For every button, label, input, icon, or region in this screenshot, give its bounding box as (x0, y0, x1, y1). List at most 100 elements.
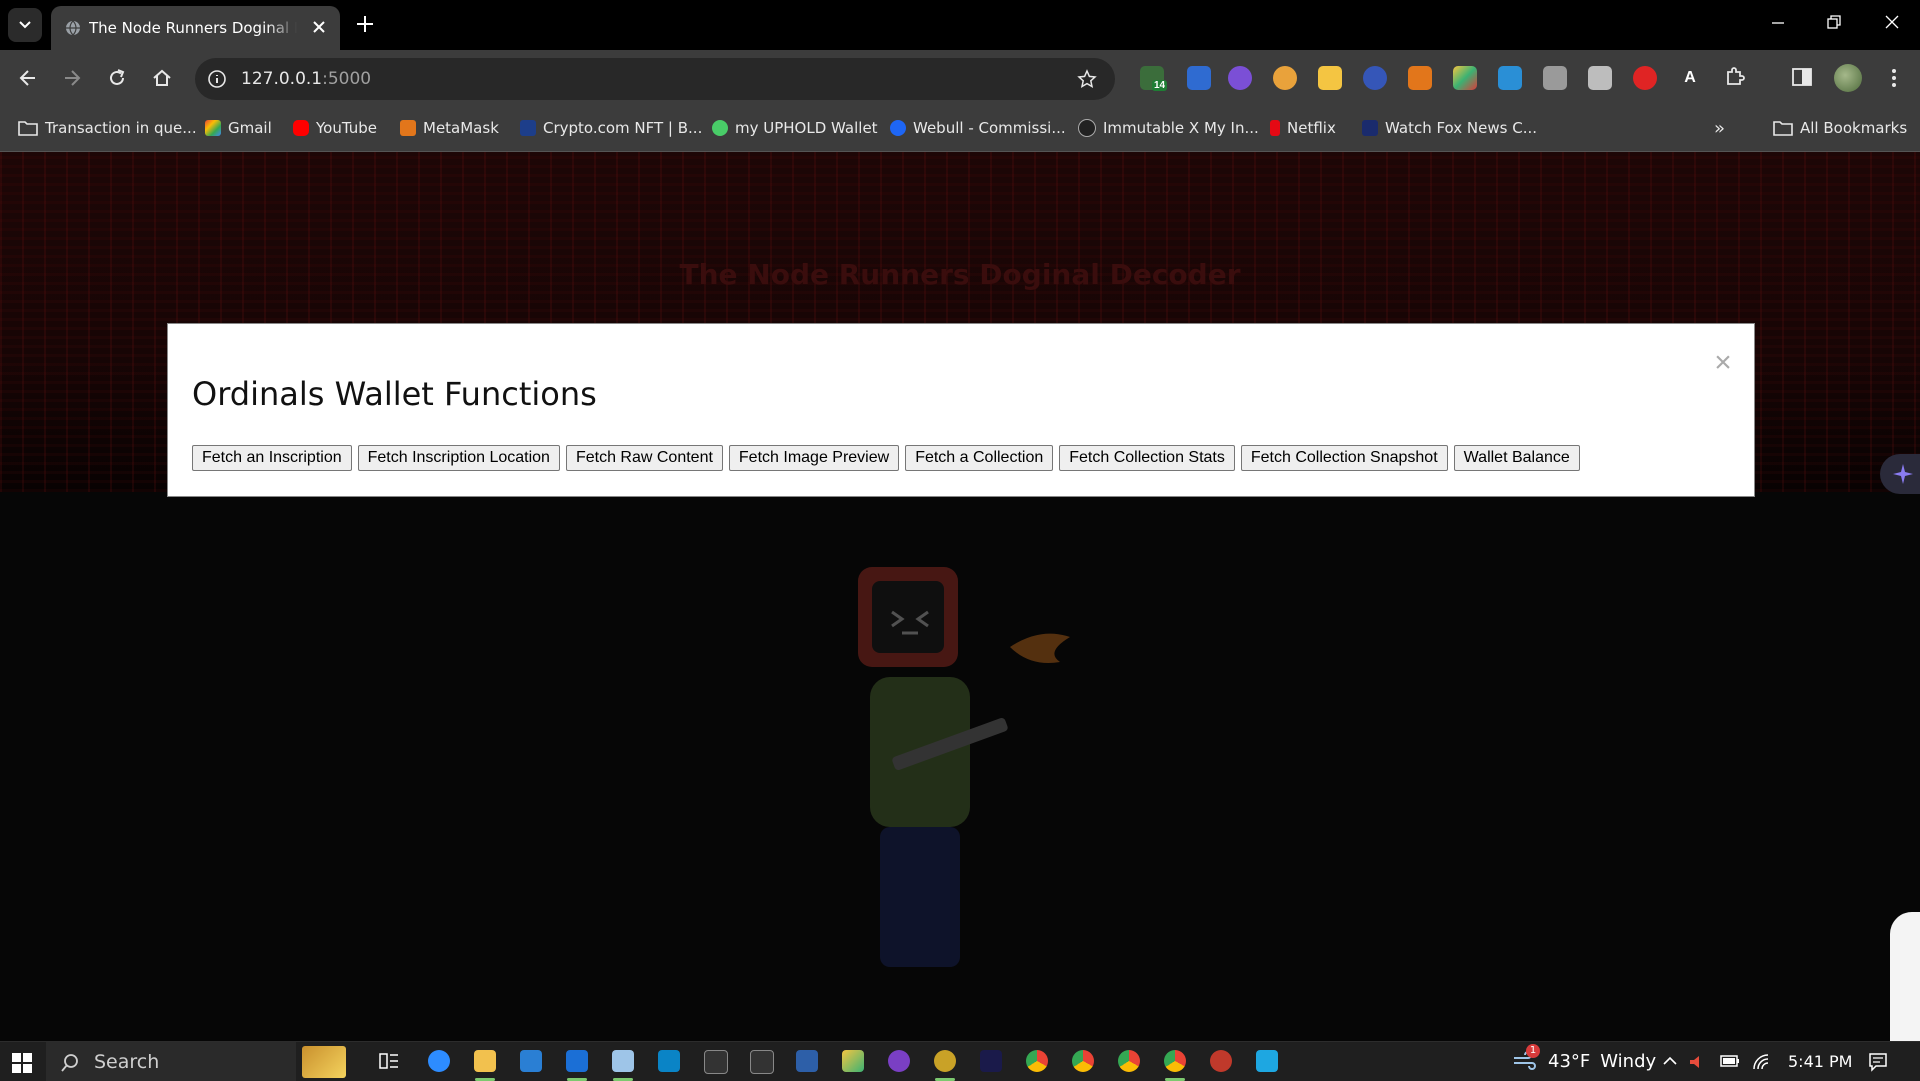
bookmark-label: Netflix (1287, 119, 1336, 137)
bookmark-immutable[interactable]: Immutable X My In... (1078, 117, 1259, 139)
cart-extension-icon[interactable] (1498, 66, 1522, 90)
netflix-icon (1270, 120, 1280, 136)
zoom-app-icon[interactable] (428, 1050, 450, 1072)
store-icon[interactable] (658, 1050, 680, 1072)
sparkle-icon (1893, 464, 1913, 484)
info-icon[interactable] (207, 69, 227, 89)
extension-icon[interactable] (1588, 66, 1612, 90)
more-vert-icon[interactable] (1884, 66, 1904, 90)
app-icon[interactable] (842, 1050, 864, 1072)
address-bar[interactable]: 127.0.0.1:5000 (195, 58, 1115, 100)
fetch-collection-snapshot-button[interactable]: Fetch Collection Snapshot (1240, 445, 1448, 471)
weather-description: Windy (1600, 1050, 1657, 1072)
metamask-extension-icon[interactable] (1408, 66, 1432, 90)
url-text[interactable]: 127.0.0.1:5000 (241, 69, 371, 89)
fetch-image-preview-button[interactable]: Fetch Image Preview (728, 445, 900, 471)
bookmark-metamask[interactable]: MetaMask (400, 117, 499, 139)
bookmark-label: YouTube (316, 119, 377, 137)
mail-icon[interactable] (520, 1050, 542, 1072)
avatar[interactable] (1834, 64, 1862, 92)
restore-icon[interactable] (1826, 14, 1842, 30)
bookmark-fox-news[interactable]: Watch Fox News C... (1362, 117, 1537, 139)
bookmark-webull[interactable]: Webull - Commissi... (890, 117, 1066, 139)
minimize-icon[interactable] (1770, 14, 1786, 30)
powershell-icon[interactable] (796, 1050, 818, 1072)
terminal-icon[interactable] (750, 1050, 774, 1074)
bookmark-star-icon[interactable] (1077, 69, 1097, 89)
bookmark-uphold[interactable]: my UPHOLD Wallet (712, 117, 878, 139)
functions-modal: × Ordinals Wallet Functions Fetch an Ins… (167, 323, 1755, 497)
bookmark-youtube[interactable]: YouTube (293, 117, 377, 139)
extension-icon[interactable] (1228, 66, 1252, 90)
bookmark-label: MetaMask (423, 119, 499, 137)
app-icon[interactable] (566, 1050, 588, 1072)
battery-icon[interactable] (1720, 1053, 1740, 1069)
bookmark-gmail[interactable]: Gmail (205, 117, 272, 139)
notification-icon[interactable] (1868, 1052, 1888, 1072)
folder-icon (1773, 121, 1793, 136)
extension-icon[interactable] (1273, 66, 1297, 90)
puzzle-icon[interactable] (1723, 65, 1747, 89)
wallet-balance-button[interactable]: Wallet Balance (1453, 445, 1580, 471)
tab-active[interactable]: The Node Runners Doginal Decoder (51, 6, 340, 50)
close-icon[interactable]: × (1711, 348, 1735, 378)
bookmark-label: my UPHOLD Wallet (735, 119, 878, 137)
extension-icon[interactable] (1187, 66, 1211, 90)
all-bookmarks[interactable]: All Bookmarks (1773, 117, 1907, 139)
app-icon[interactable] (980, 1050, 1002, 1072)
fetch-inscription-location-button[interactable]: Fetch Inscription Location (357, 445, 560, 471)
tab-strip: The Node Runners Doginal Decoder (0, 0, 1920, 50)
taskbar-search[interactable]: Search (46, 1042, 346, 1081)
fetch-inscription-button[interactable]: Fetch an Inscription (192, 445, 352, 471)
bookmark-crypto-com[interactable]: Crypto.com NFT | B... (520, 117, 702, 139)
side-panel-icon[interactable] (1790, 65, 1814, 89)
bookmark-netflix[interactable]: Netflix (1270, 117, 1336, 139)
windows-start-icon[interactable] (12, 1053, 32, 1073)
taskbar-clock[interactable]: 5:41 PM (1788, 1052, 1852, 1071)
window-close-icon[interactable] (1884, 14, 1900, 30)
dogecoin-icon[interactable] (934, 1050, 956, 1072)
extension-icon[interactable] (1453, 66, 1477, 90)
close-icon[interactable] (311, 19, 327, 35)
chrome-icon[interactable] (1164, 1050, 1186, 1072)
back-arrow-icon[interactable] (17, 67, 39, 89)
extension-icon[interactable] (1543, 66, 1567, 90)
font-extension-icon[interactable]: A (1678, 66, 1702, 90)
fetch-collection-button[interactable]: Fetch a Collection (905, 445, 1054, 471)
bookmark-label: Immutable X My In... (1103, 119, 1259, 137)
fetch-collection-stats-button[interactable]: Fetch Collection Stats (1059, 445, 1235, 471)
reload-icon[interactable] (106, 67, 128, 89)
app-icon[interactable] (1210, 1050, 1232, 1072)
app-icon[interactable] (888, 1050, 910, 1072)
more-bookmarks-chevron-icon[interactable]: » (1714, 117, 1725, 139)
windows-taskbar: Search 1 43°F Windy 5:41 PM (0, 1041, 1920, 1081)
file-explorer-icon[interactable] (474, 1050, 496, 1072)
extension-icon[interactable] (1363, 66, 1387, 90)
weather-widget[interactable]: 1 43°F Windy (1512, 1044, 1657, 1072)
forward-arrow-icon[interactable] (61, 67, 83, 89)
home-icon[interactable] (151, 67, 173, 89)
app-icon[interactable] (612, 1050, 634, 1072)
bookmark-folder[interactable]: Transaction in que... (18, 117, 197, 139)
chrome-icon[interactable] (1072, 1050, 1094, 1072)
extension-icon[interactable]: 14 (1140, 66, 1168, 91)
extension-icon[interactable] (1633, 66, 1657, 90)
chevron-up-icon[interactable] (1662, 1053, 1678, 1069)
fetch-raw-content-button[interactable]: Fetch Raw Content (565, 445, 723, 471)
extension-badge: 14 (1152, 80, 1168, 91)
browser-toolbar: 127.0.0.1:5000 14 A (0, 50, 1920, 107)
terminal-icon[interactable] (704, 1050, 728, 1074)
side-widget[interactable] (1890, 912, 1920, 1041)
wifi-icon[interactable] (1752, 1053, 1772, 1071)
sparkle-assistant-button[interactable] (1880, 454, 1920, 494)
new-tab-icon[interactable] (355, 14, 375, 34)
crypto-com-icon (520, 120, 536, 136)
chrome-icon[interactable] (1026, 1050, 1048, 1072)
tab-search-button[interactable] (8, 8, 42, 42)
chrome-icon[interactable] (1118, 1050, 1140, 1072)
extension-icon[interactable] (1318, 66, 1342, 90)
url-host: 127.0.0.1 (241, 69, 323, 89)
app-icon[interactable] (1256, 1050, 1278, 1072)
speaker-muted-icon[interactable] (1688, 1053, 1706, 1071)
task-view-icon[interactable] (378, 1050, 400, 1072)
